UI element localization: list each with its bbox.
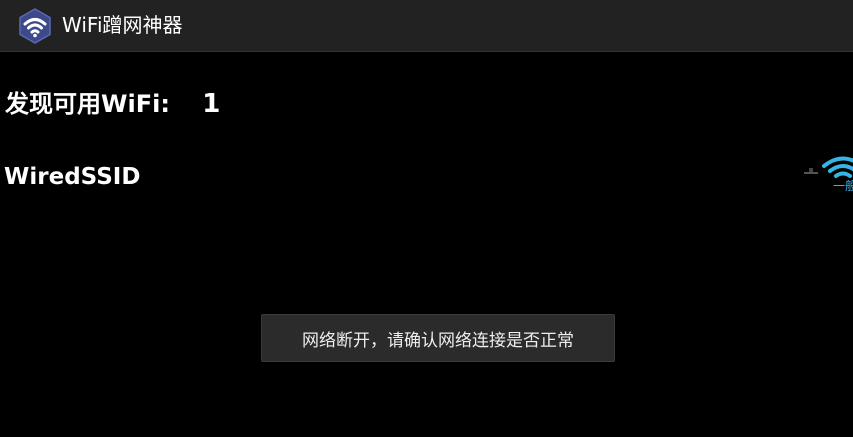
signal-strength-label: 一般 — [833, 179, 853, 193]
found-wifi-count: 1 — [202, 89, 221, 119]
app-screen: WiFi蹭网神器 发现可用WiFi: 1 WiredSSID 一般 网络断开，请… — [0, 0, 853, 437]
toast-message: 网络断开，请确认网络连接是否正常 — [302, 330, 574, 351]
app-title: WiFi蹭网神器 — [62, 13, 183, 37]
network-ssid: WiredSSID — [4, 164, 141, 190]
wifi-signal-indicator: 一般 — [800, 152, 853, 198]
wifi-hexagon-icon[interactable] — [16, 7, 54, 45]
found-wifi-label: 发现可用WiFi: — [5, 90, 170, 118]
toast-notification: 网络断开，请确认网络连接是否正常 — [261, 314, 615, 362]
action-bar: WiFi蹭网神器 — [0, 0, 853, 52]
found-wifi-summary: 发现可用WiFi: 1 — [5, 86, 220, 122]
network-list-item[interactable]: WiredSSID 一般 — [0, 156, 853, 198]
